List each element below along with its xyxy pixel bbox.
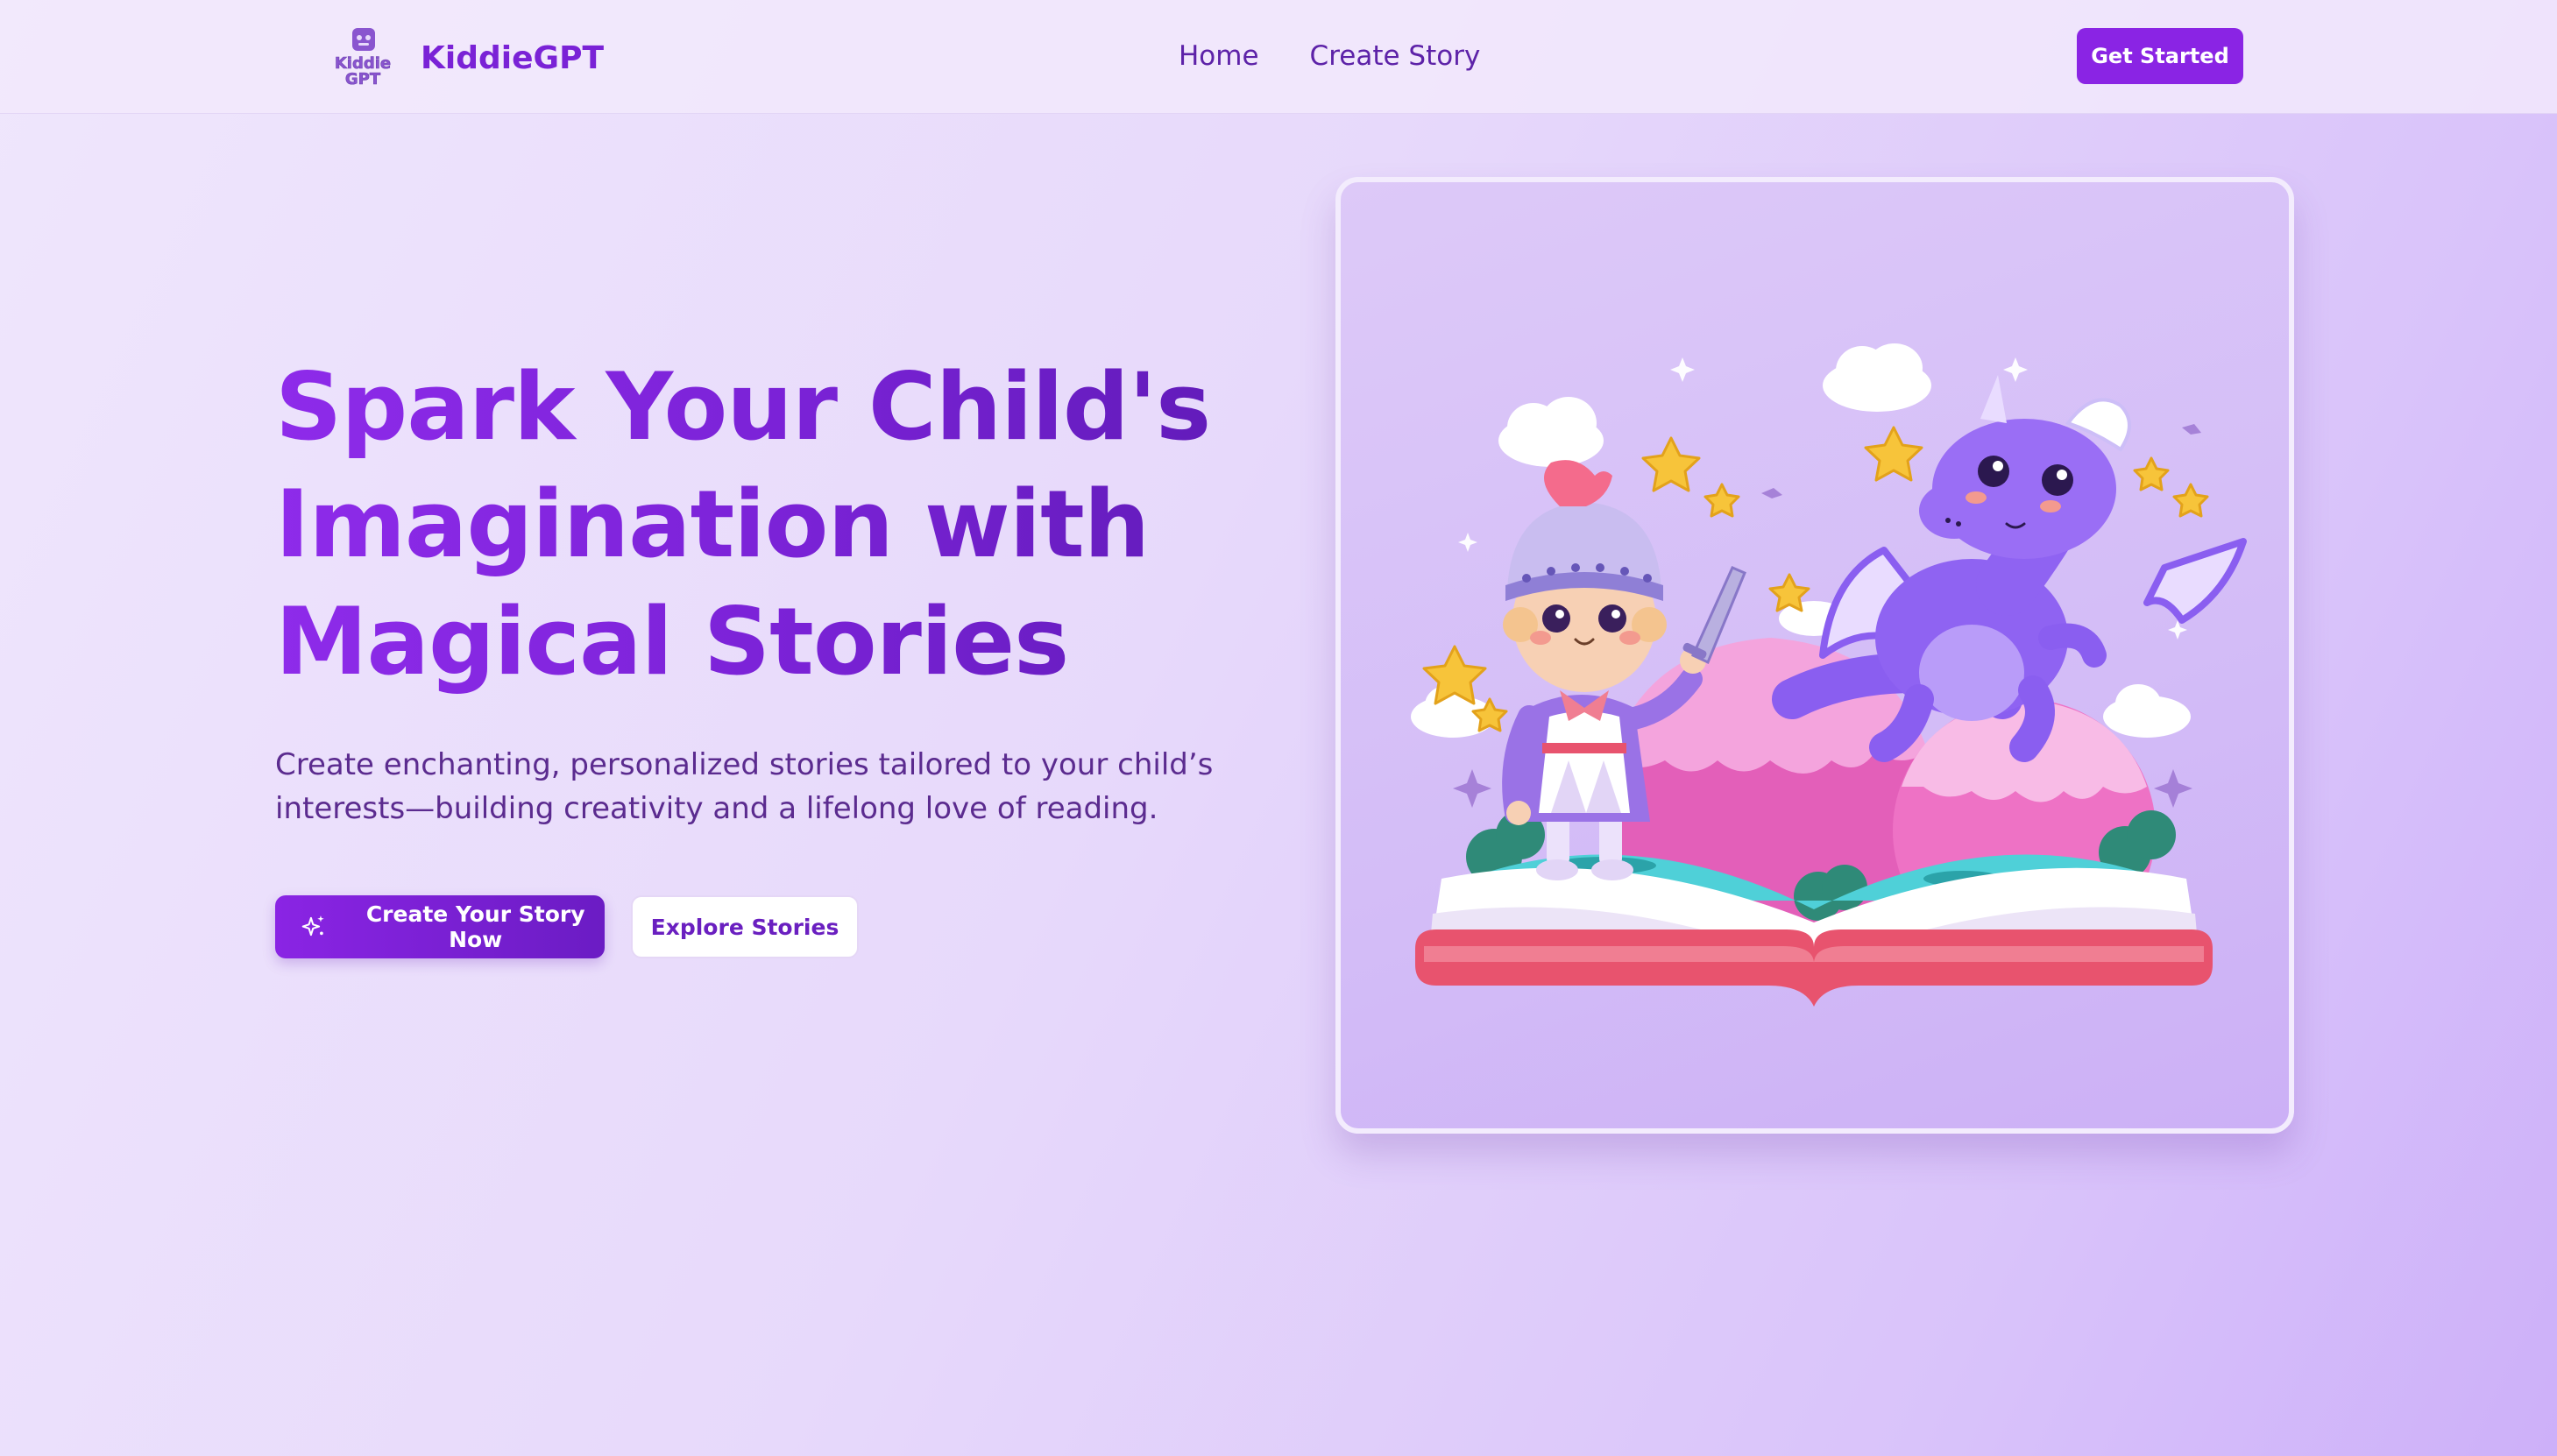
get-started-button[interactable]: Get Started (2077, 28, 2243, 84)
hero-illustration-card (1335, 177, 2294, 1134)
hero-title-line: Imagination with (275, 470, 1150, 578)
nav-link-home[interactable]: Home (1179, 35, 1259, 77)
hero-subtitle-line: Create enchanting, personalized stories … (275, 747, 1214, 782)
hero-subtitle-line: interests—building creativity and a life… (275, 791, 1158, 826)
brand-name: KiddieGPT (421, 39, 605, 76)
hero-title: Spark Your Child's Imagination with Magi… (275, 349, 1327, 701)
robot-logo-icon: Kiddie GPT (331, 26, 394, 89)
create-your-story-label: Create Your Story Now (365, 901, 585, 952)
nav-link-create-story[interactable]: Create Story (1310, 35, 1481, 77)
top-navbar: Kiddie GPT KiddieGPT Home Create Story G… (0, 0, 2557, 114)
hero-title-line: Spark Your Child's (275, 353, 1211, 461)
dragon-character (1772, 375, 2247, 762)
hero-subtitle: Create enchanting, personalized stories … (275, 743, 1239, 830)
sparkles-icon (301, 915, 324, 937)
knight-dragon-storybook-illustration (1411, 343, 2247, 1007)
create-your-story-button[interactable]: Create Your Story Now (275, 895, 605, 958)
logo-text-line2: GPT (345, 70, 381, 88)
hero-title-line: Magical Stories (275, 588, 1069, 696)
nav-links: Home Create Story (1179, 35, 1531, 77)
brand-logo-link[interactable]: Kiddie GPT KiddieGPT (331, 26, 604, 89)
explore-stories-button[interactable]: Explore Stories (631, 895, 859, 958)
